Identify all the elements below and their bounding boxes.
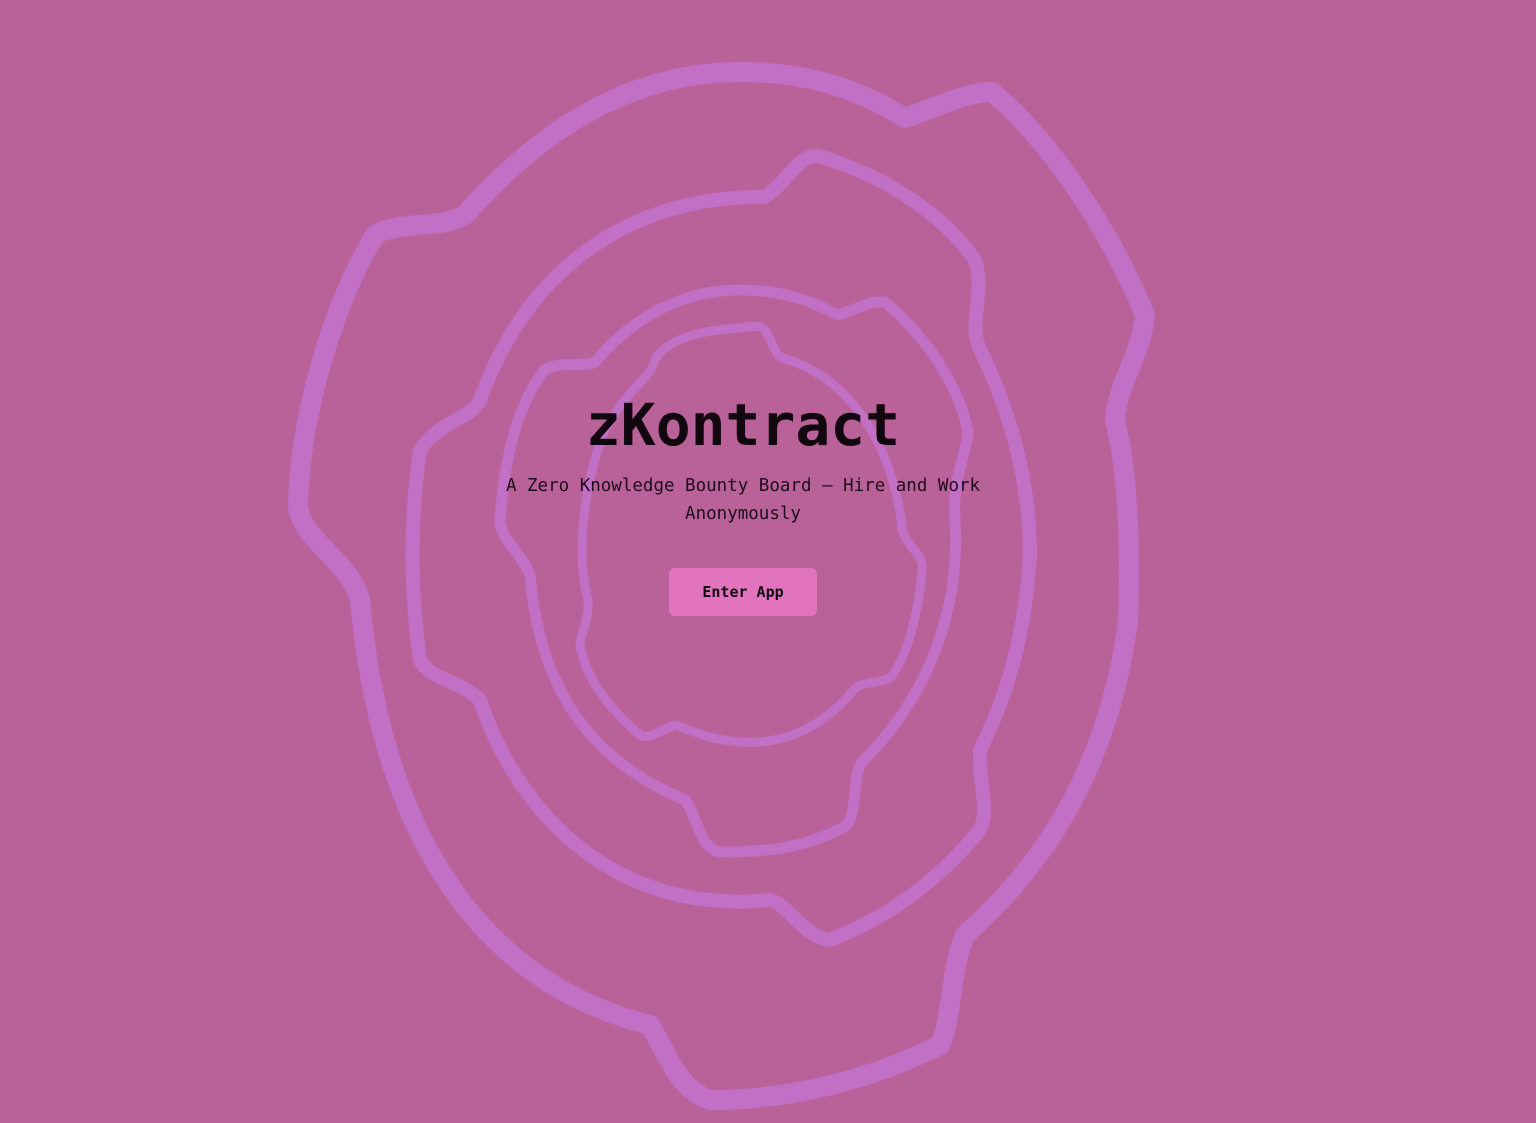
landing-page: zKontract A Zero Knowledge Bounty Board … (0, 0, 1536, 1123)
hero-section: zKontract A Zero Knowledge Bounty Board … (468, 390, 1018, 616)
enter-app-button[interactable]: Enter App (669, 568, 817, 616)
app-tagline: A Zero Knowledge Bounty Board — Hire and… (505, 476, 981, 524)
app-title: zKontract (585, 391, 901, 459)
